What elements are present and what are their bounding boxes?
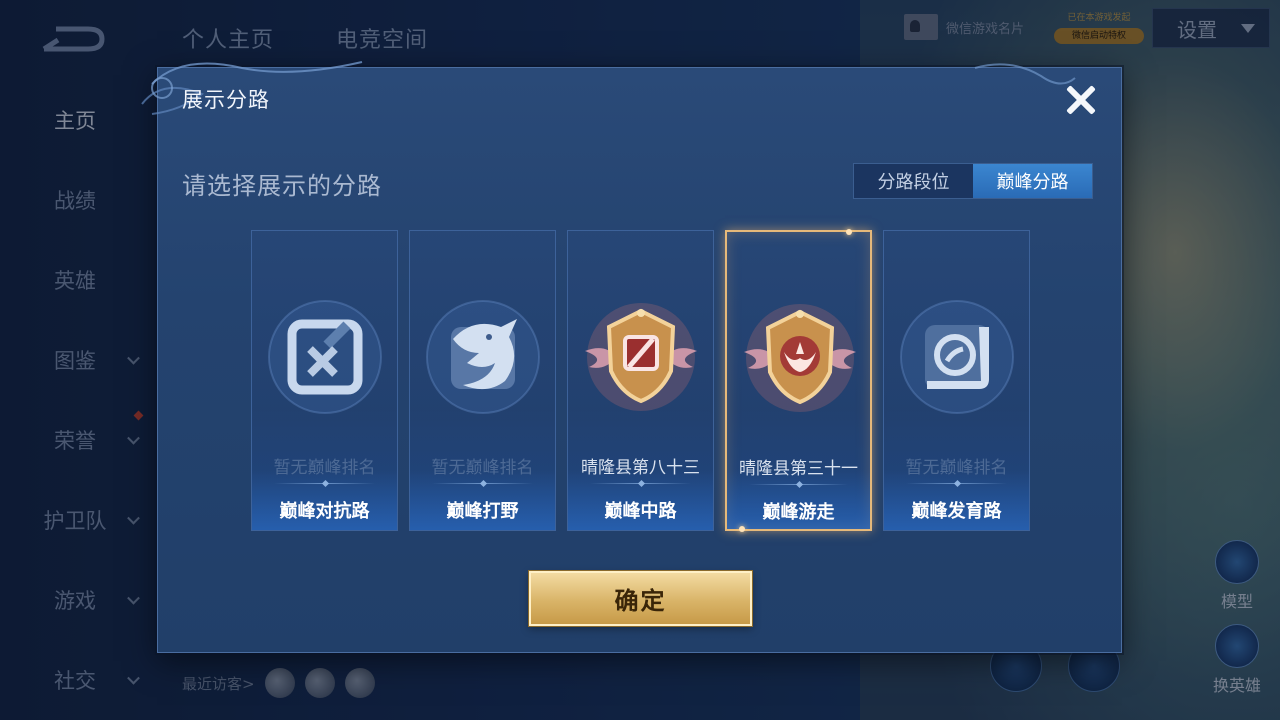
lane-card-farm[interactable]: 暂无巅峰排名 巅峰发育路 bbox=[883, 230, 1030, 531]
jungle-dragon-icon bbox=[426, 300, 540, 414]
roam-badge-icon bbox=[744, 304, 856, 412]
lane-card-mid[interactable]: 晴隆县第八十三 巅峰中路 bbox=[567, 230, 714, 531]
confirm-button[interactable]: 确定 bbox=[529, 571, 752, 626]
lane-name: 巅峰中路 bbox=[604, 501, 677, 522]
rank-text: 暂无巅峰排名 bbox=[273, 458, 376, 478]
divider bbox=[749, 484, 848, 485]
mid-lane-badge-icon bbox=[585, 303, 697, 411]
lane-name: 巅峰对抗路 bbox=[279, 501, 370, 522]
dialog-subtitle: 请选择展示的分路 bbox=[182, 172, 382, 200]
divider bbox=[432, 483, 533, 484]
lane-type-toggle: 分路段位 巅峰分路 bbox=[853, 163, 1093, 199]
lane-card-list: 暂无巅峰排名 巅峰对抗路 暂无巅峰排名 巅峰打野 晴隆县第八十三 巅峰中路 晴隆… bbox=[251, 229, 1030, 532]
tab-lane-rank[interactable]: 分路段位 bbox=[854, 164, 973, 198]
clash-lane-icon bbox=[268, 300, 382, 414]
divider bbox=[590, 483, 691, 484]
sparkle-icon bbox=[739, 526, 745, 532]
lane-card-clash[interactable]: 暂无巅峰排名 巅峰对抗路 bbox=[251, 230, 398, 531]
lane-card-jungle[interactable]: 暂无巅峰排名 巅峰打野 bbox=[409, 230, 556, 531]
lane-name: 巅峰游走 bbox=[762, 502, 835, 523]
rank-text: 暂无巅峰排名 bbox=[431, 458, 534, 478]
display-lane-dialog: 展示分路 请选择展示的分路 分路段位 巅峰分路 暂无巅峰排名 巅峰对抗路 暂无巅… bbox=[141, 61, 1122, 653]
dialog-title: 展示分路 bbox=[182, 88, 270, 112]
sparkle-icon bbox=[846, 229, 852, 235]
rank-text: 暂无巅峰排名 bbox=[905, 458, 1008, 478]
tab-peak-lane[interactable]: 巅峰分路 bbox=[973, 164, 1092, 198]
farm-lane-icon bbox=[900, 300, 1014, 414]
rank-text: 晴隆县第八十三 bbox=[581, 458, 700, 478]
lane-name: 巅峰打野 bbox=[446, 501, 519, 522]
divider bbox=[906, 483, 1007, 484]
rank-text: 晴隆县第三十一 bbox=[739, 459, 858, 479]
divider bbox=[274, 483, 375, 484]
close-icon[interactable] bbox=[1059, 78, 1103, 122]
lane-name: 巅峰发育路 bbox=[911, 501, 1002, 522]
lane-card-roam[interactable]: 晴隆县第三十一 巅峰游走 bbox=[725, 229, 872, 532]
